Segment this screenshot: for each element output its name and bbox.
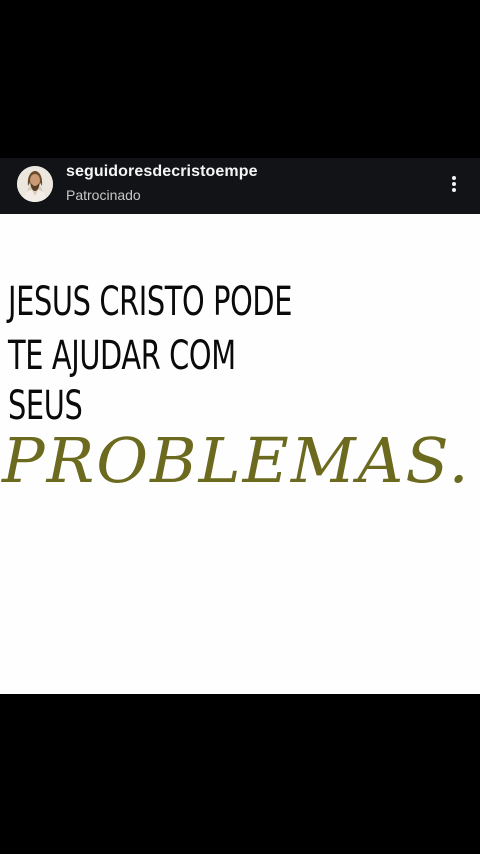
- headline-line-3: SEUS: [8, 383, 83, 429]
- more-dot: [452, 188, 456, 192]
- post-header: seguidoresdecristoempe Patrocinado: [0, 158, 480, 214]
- more-dot: [452, 176, 456, 180]
- post-media[interactable]: JESUS CRISTO PODE TE AJUDAR COM SEUS PRO…: [0, 214, 480, 694]
- headline-line-1: JESUS CRISTO PODE: [8, 279, 293, 325]
- account-name[interactable]: seguidoresdecristoempe: [66, 163, 258, 181]
- headline-line-2: TE AJUDAR COM: [8, 333, 236, 379]
- profile-avatar-icon[interactable]: [17, 166, 53, 202]
- script-word: PROBLEMAS.: [2, 424, 471, 497]
- more-dot: [452, 182, 456, 186]
- screen: seguidoresdecristoempe Patrocinado JESUS…: [0, 0, 480, 854]
- more-vertical-icon[interactable]: [440, 170, 468, 198]
- sponsored-label[interactable]: Patrocinado: [66, 187, 141, 203]
